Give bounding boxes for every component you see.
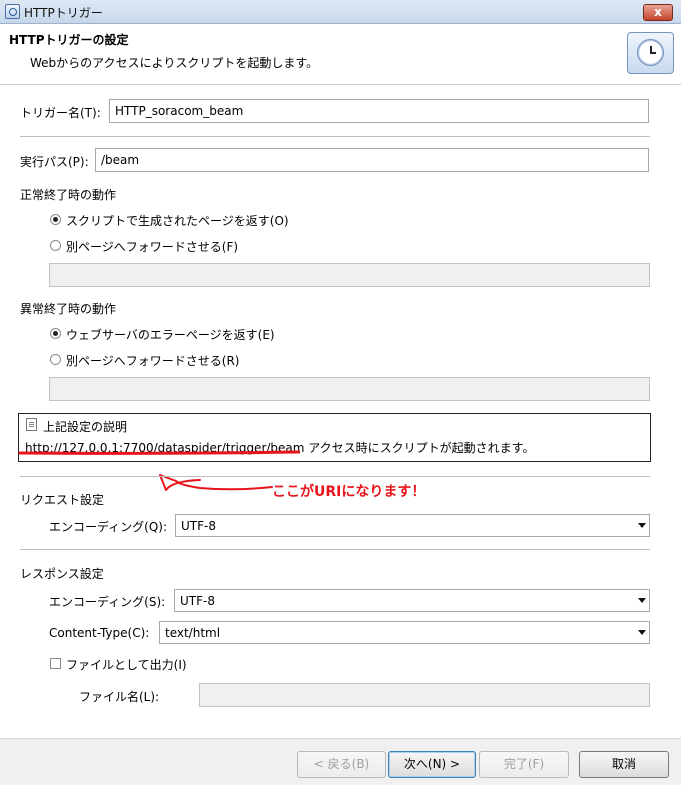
description-heading: 上記設定の説明 xyxy=(43,420,128,434)
exec-path-label: 実行パス(P): xyxy=(20,155,89,169)
success-forward-label[interactable]: 別ページへフォワードさせる(F) xyxy=(66,238,238,255)
request-encoding-select[interactable]: UTF-8 xyxy=(175,514,650,537)
wizard-body: トリガー名(T): HTTP_soracom_beam 実行パス(P): /be… xyxy=(0,86,681,738)
response-encoding-value: UTF-8 xyxy=(180,594,215,608)
trigger-name-label: トリガー名(T): xyxy=(20,106,101,120)
separator xyxy=(20,476,650,477)
description-suffix: アクセス時にスクリプトが起動されます。 xyxy=(304,441,535,455)
error-forward-label[interactable]: 別ページへフォワードさせる(R) xyxy=(66,352,239,369)
request-heading: リクエスト設定 xyxy=(20,493,105,507)
success-forward-radio[interactable] xyxy=(50,240,61,251)
response-encoding-select[interactable]: UTF-8 xyxy=(174,589,650,612)
error-heading: 異常終了時の動作 xyxy=(20,302,117,316)
request-encoding-label: エンコーディング(Q): xyxy=(49,520,168,534)
app-icon xyxy=(5,4,20,19)
url-underline xyxy=(18,450,300,455)
title-bar: HTTPトリガー x xyxy=(0,0,681,24)
clock-icon xyxy=(637,39,664,66)
close-button[interactable]: x xyxy=(643,4,673,21)
filename-label: ファイル名(L): xyxy=(79,690,160,704)
response-heading: レスポンス設定 xyxy=(20,567,104,581)
file-output-checkbox[interactable] xyxy=(50,658,61,669)
back-button[interactable]: < 戻る(B) xyxy=(297,751,386,778)
success-heading: 正常終了時の動作 xyxy=(20,188,117,202)
filename-input[interactable] xyxy=(199,683,650,707)
response-encoding-label: エンコーディング(S): xyxy=(49,595,166,609)
annotation-text: ここがURIになります！ xyxy=(272,484,426,500)
success-forward-input[interactable] xyxy=(49,263,650,287)
annotation-arrow xyxy=(159,474,273,491)
error-server-page-label[interactable]: ウェブサーバのエラーページを返す(E) xyxy=(66,326,275,343)
trigger-name-input[interactable]: HTTP_soracom_beam xyxy=(109,99,649,123)
content-type-label: Content-Type(C): xyxy=(49,626,150,640)
chevron-down-icon xyxy=(638,630,646,635)
header-description: Webからのアクセスによりスクリプトを起動します。 xyxy=(30,56,319,70)
window-title: HTTPトリガー xyxy=(24,6,103,20)
separator xyxy=(20,136,650,137)
request-encoding-value: UTF-8 xyxy=(181,519,216,533)
header-icon-frame xyxy=(627,32,674,74)
file-output-label[interactable]: ファイルとして出力(I) xyxy=(66,656,187,673)
wizard-footer: < 戻る(B) 次へ(N) > 完了(F) 取消 xyxy=(0,738,681,785)
error-forward-input[interactable] xyxy=(49,377,650,401)
content-type-select[interactable]: text/html xyxy=(159,621,650,644)
chevron-down-icon xyxy=(638,523,646,528)
success-return-page-radio[interactable] xyxy=(50,214,61,225)
document-icon xyxy=(26,418,37,431)
error-server-page-radio[interactable] xyxy=(50,328,61,339)
next-button[interactable]: 次へ(N) > xyxy=(388,751,476,778)
exec-path-input[interactable]: /beam xyxy=(95,148,649,172)
header-title: HTTPトリガーの設定 xyxy=(9,33,129,47)
separator xyxy=(20,549,650,550)
finish-button[interactable]: 完了(F) xyxy=(479,751,569,778)
success-return-page-label[interactable]: スクリプトで生成されたページを返す(O) xyxy=(66,212,289,229)
content-type-value: text/html xyxy=(165,626,221,640)
cancel-button[interactable]: 取消 xyxy=(579,751,669,778)
error-forward-radio[interactable] xyxy=(50,354,61,365)
wizard-header: HTTPトリガーの設定 Webからのアクセスによりスクリプトを起動します。 xyxy=(0,25,681,85)
chevron-down-icon xyxy=(638,598,646,603)
